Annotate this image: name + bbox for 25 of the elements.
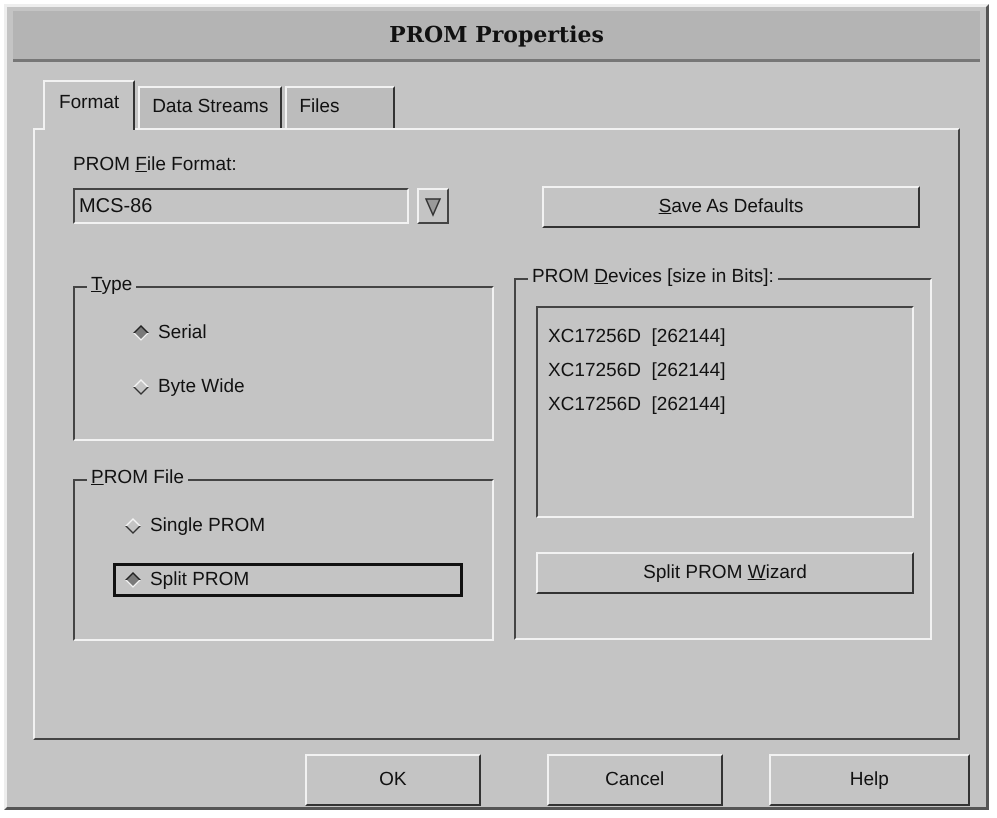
radio-icon[interactable] xyxy=(124,571,142,589)
wizard-button[interactable]: Split PROM Wizard xyxy=(536,552,914,594)
save-defaults-button[interactable]: Save As Defaults xyxy=(542,186,920,228)
list-item[interactable]: XC17256D [262144] xyxy=(548,354,726,388)
dialog-button[interactable]: Cancel xyxy=(546,754,723,806)
radio-icon[interactable] xyxy=(124,517,142,535)
radio-icon[interactable] xyxy=(132,378,150,396)
window-title: PROM Properties xyxy=(389,22,604,48)
radio-label[interactable]: Serial xyxy=(158,322,207,344)
dropdown-button[interactable] xyxy=(417,188,449,224)
list-item[interactable]: XC17256D [262144] xyxy=(548,388,726,422)
format-field[interactable]: MCS-86 xyxy=(73,188,409,224)
radio-icon[interactable] xyxy=(132,324,150,342)
field-label: PROM File Format: xyxy=(73,154,238,176)
group-title: PROM Devices [size in Bits]: xyxy=(528,266,778,288)
tab[interactable]: Data Streams xyxy=(138,86,282,128)
tab[interactable]: Format xyxy=(43,80,136,130)
radio-label[interactable]: Split PROM xyxy=(150,569,250,591)
group-title: Type xyxy=(87,274,136,296)
list-item[interactable]: XC17256D [262144] xyxy=(548,320,726,354)
radio-label[interactable]: Byte Wide xyxy=(158,376,245,398)
radio-label[interactable]: Single PROM xyxy=(150,515,266,537)
dialog-button[interactable]: OK xyxy=(305,754,481,806)
tab[interactable]: Files xyxy=(285,86,396,128)
dialog-button[interactable]: Help xyxy=(768,754,970,806)
